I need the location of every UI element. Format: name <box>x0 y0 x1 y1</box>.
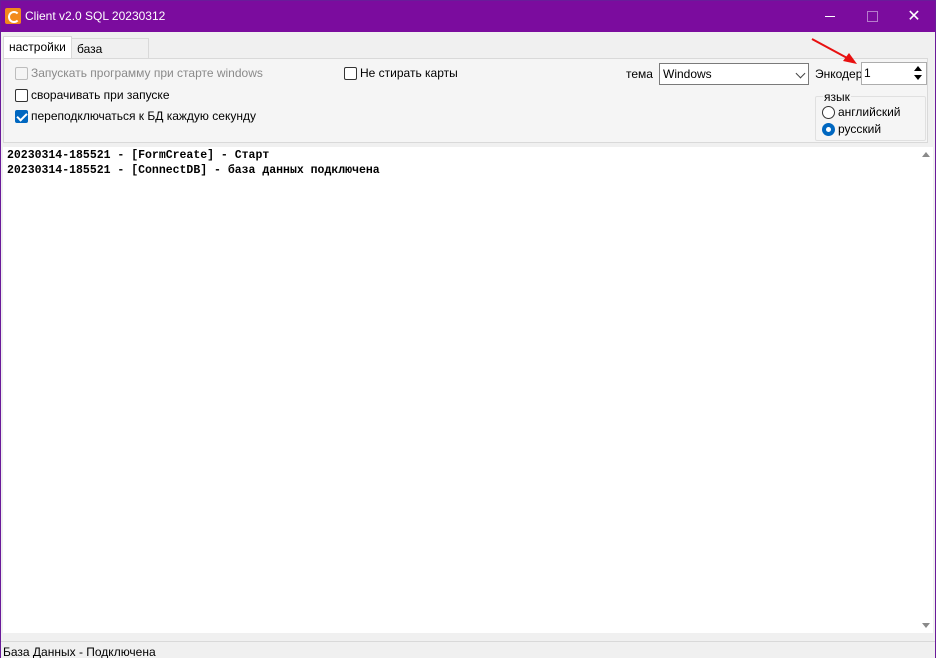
reconnect-option[interactable]: переподключаться к БД каждую секунду <box>15 108 256 124</box>
reconnect-label: переподключаться к БД каждую секунду <box>31 109 256 123</box>
language-option-english[interactable]: английский <box>822 105 900 119</box>
russian-radio[interactable] <box>822 122 835 136</box>
language-option-russian[interactable]: русский <box>822 122 881 136</box>
reconnect-checkbox[interactable] <box>15 109 28 123</box>
log-line: 20230314-185521 - [FormCreate] - Старт <box>7 149 270 162</box>
annotation-arrow <box>811 38 857 64</box>
log-line: 20230314-185521 - [ConnectDB] - база дан… <box>7 164 380 177</box>
log-scrollbar[interactable] <box>919 147 933 633</box>
scroll-down-icon[interactable] <box>922 623 930 628</box>
english-label: английский <box>838 105 901 119</box>
minimize-on-start-checkbox[interactable] <box>15 88 28 102</box>
scroll-up-icon[interactable] <box>922 152 930 157</box>
annotation-arrow-head <box>843 53 857 64</box>
log-output[interactable]: 20230314-185521 - [FormCreate] - Старт 2… <box>3 147 919 633</box>
status-bar: База Данных - Подключена <box>1 641 935 658</box>
russian-label: русский <box>838 122 882 136</box>
annotation-arrow-shaft <box>811 38 850 60</box>
english-radio[interactable] <box>822 105 835 119</box>
status-text: База Данных - Подключена <box>3 645 156 658</box>
app-window: Client v2.0 SQL 20230312 ✕ база данных н… <box>0 0 936 658</box>
minimize-on-start-option[interactable]: сворачивать при запуске <box>15 87 170 103</box>
language-group-title: язык <box>823 90 851 104</box>
language-group: язык английский русский <box>815 90 926 141</box>
minimize-on-start-label: сворачивать при запуске <box>31 88 170 102</box>
